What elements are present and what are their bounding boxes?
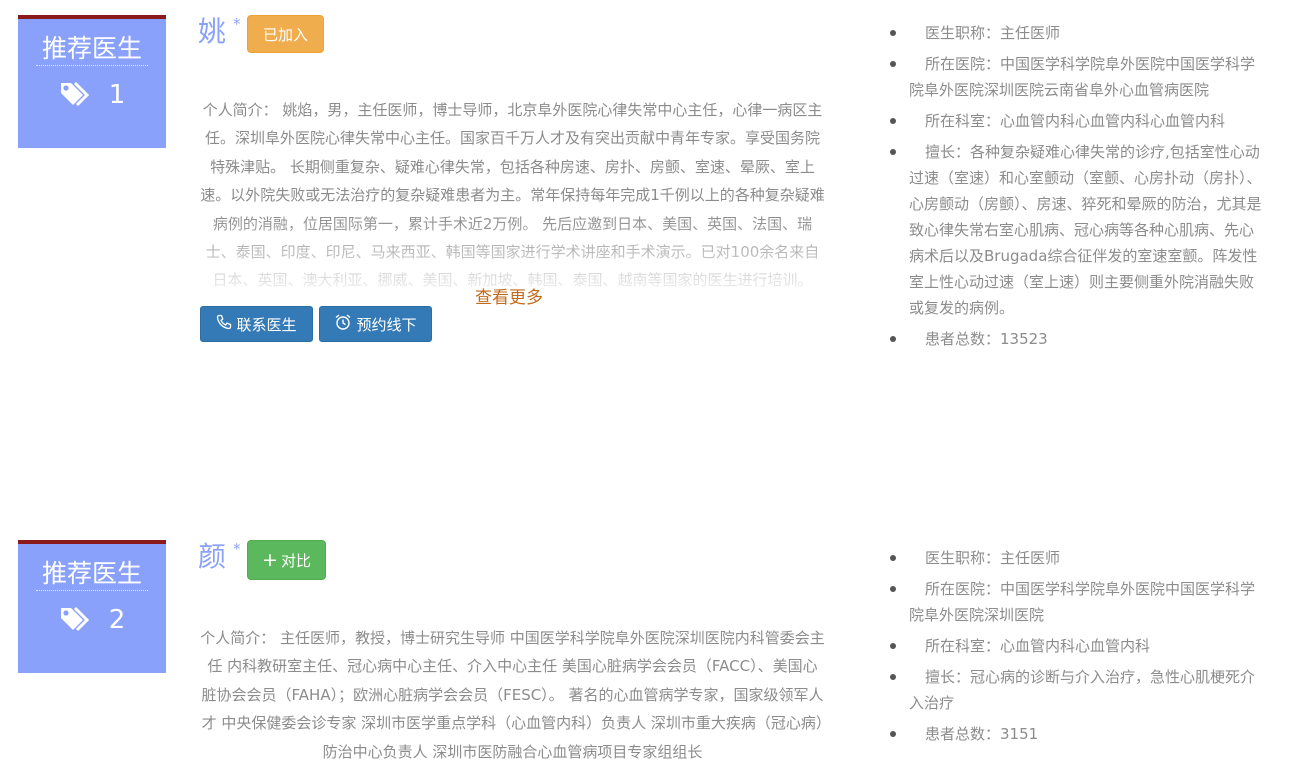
compare-button[interactable]: + 对比 — [247, 540, 326, 580]
star-mark: * — [233, 15, 241, 33]
badge-title: 推荐医生 — [35, 558, 148, 591]
contact-doctor-button[interactable]: 联系医生 — [200, 306, 313, 342]
info-specialty: 擅长：各种复杂疑难心律失常的诊疗,包括室性心动过速（室速）和心室颤动（室颤、心房… — [887, 139, 1267, 321]
info-title: 医生职称：主任医师 — [887, 20, 1267, 46]
doctor-info-list: 医生职称：主任医师 所在医院：中国医学科学院阜外医院中国医学科学院阜外医院深圳医… — [887, 20, 1267, 357]
alarm-clock-icon — [334, 313, 352, 335]
doctor-info-list: 医生职称：主任医师 所在医院：中国医学科学院阜外医院中国医学科学院阜外医院深圳医… — [887, 545, 1267, 752]
info-title: 医生职称：主任医师 — [887, 545, 1267, 571]
doctor-intro: 个人简介： 姚焰，男，主任医师，博士导师，北京阜外医院心律失常中心主任，心律一病… — [200, 101, 825, 290]
tags-icon — [59, 605, 95, 635]
doctor-intro: 个人简介： 主任医师，教授，博士研究生导师 中国医学科学院阜外医院深圳医院内科管… — [200, 629, 825, 761]
appointment-label: 预约线下 — [356, 315, 417, 334]
phone-icon — [216, 314, 232, 334]
info-specialty: 擅长：冠心病的诊断与介入治疗，急性心肌梗死介入治疗 — [887, 664, 1267, 716]
compare-label: 对比 — [280, 551, 311, 570]
plus-icon: + — [262, 548, 278, 571]
info-patients: 患者总数：13523 — [887, 326, 1267, 352]
star-mark: * — [233, 540, 241, 558]
info-hospital: 所在医院：中国医学科学院阜外医院中国医学科学院阜外医院深圳医院云南省阜外心血管病… — [887, 51, 1267, 103]
badge-number: 1 — [108, 80, 126, 110]
info-hospital: 所在医院：中国医学科学院阜外医院中国医学科学院阜外医院深圳医院 — [887, 576, 1267, 628]
info-patients: 患者总数：3151 — [887, 721, 1267, 747]
doctor-name[interactable]: 颜 — [198, 540, 226, 574]
doctor-name[interactable]: 姚 — [198, 15, 226, 49]
badge-title: 推荐医生 — [35, 33, 148, 66]
info-department: 所在科室：心血管内科心血管内科心血管内科 — [887, 108, 1267, 134]
appointment-button[interactable]: 预约线下 — [319, 306, 432, 342]
recommend-badge: 推荐医生 1 — [18, 15, 166, 148]
tags-icon — [59, 80, 95, 110]
recommend-badge: 推荐医生 2 — [18, 540, 166, 673]
badge-number: 2 — [108, 605, 126, 635]
doctor-card: 推荐医生 1 姚 * 已加入 个人简介： 姚焰，男，主任医师，博士导师，北京阜外… — [0, 15, 1297, 375]
joined-button[interactable]: 已加入 — [247, 15, 324, 53]
doctor-card: 推荐医生 2 颜 * + 对比 个人简介： 主任医师，教授，博士研究生导师 中国… — [0, 540, 1297, 763]
view-more-link[interactable]: 查看更多 — [475, 283, 543, 308]
contact-doctor-label: 联系医生 — [236, 315, 297, 334]
info-department: 所在科室：心血管内科心血管内科 — [887, 633, 1267, 659]
